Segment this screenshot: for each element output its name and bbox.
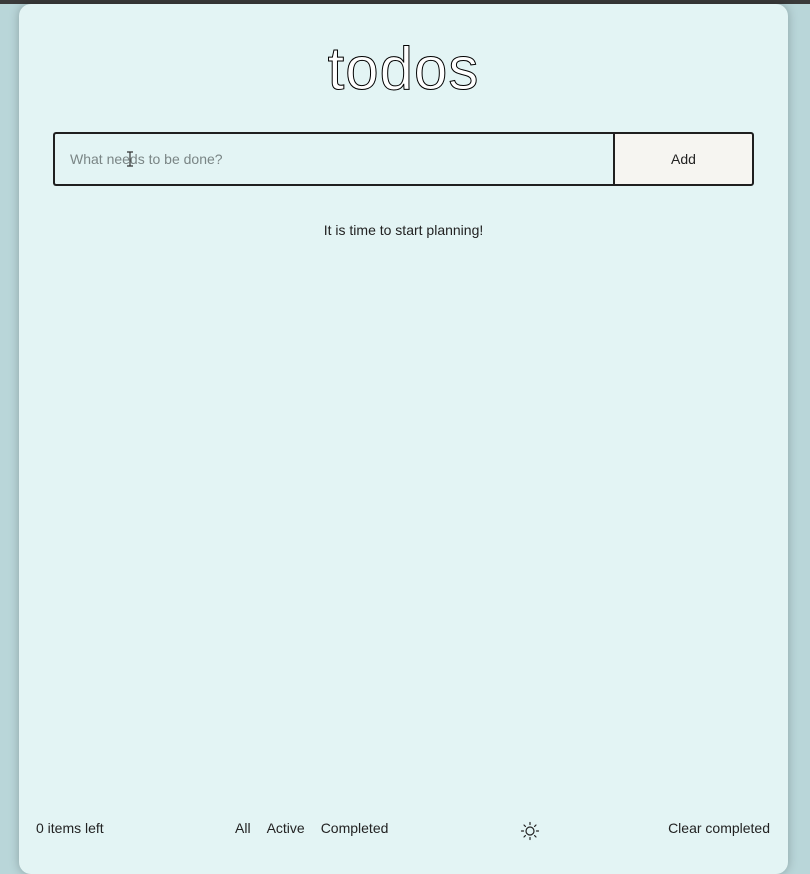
text-cursor-icon: [127, 151, 133, 167]
todo-footer: 0 items left All Active Completed Clear …: [19, 820, 788, 841]
app-title: todos: [327, 35, 480, 103]
sun-icon[interactable]: [520, 821, 540, 841]
filter-completed[interactable]: Completed: [321, 820, 389, 836]
todo-app-card: todos Add It is time to start planning! …: [19, 4, 788, 874]
new-todo-form: Add: [53, 132, 754, 186]
filter-all[interactable]: All: [235, 820, 251, 836]
filter-active[interactable]: Active: [267, 820, 305, 836]
new-todo-input[interactable]: [53, 132, 613, 186]
items-left-count: 0 items left: [36, 820, 104, 836]
empty-list-message: It is time to start planning!: [323, 222, 484, 238]
clear-completed-button[interactable]: Clear completed: [668, 820, 770, 836]
add-todo-button[interactable]: Add: [613, 132, 754, 186]
filter-list: All Active Completed: [235, 820, 388, 836]
